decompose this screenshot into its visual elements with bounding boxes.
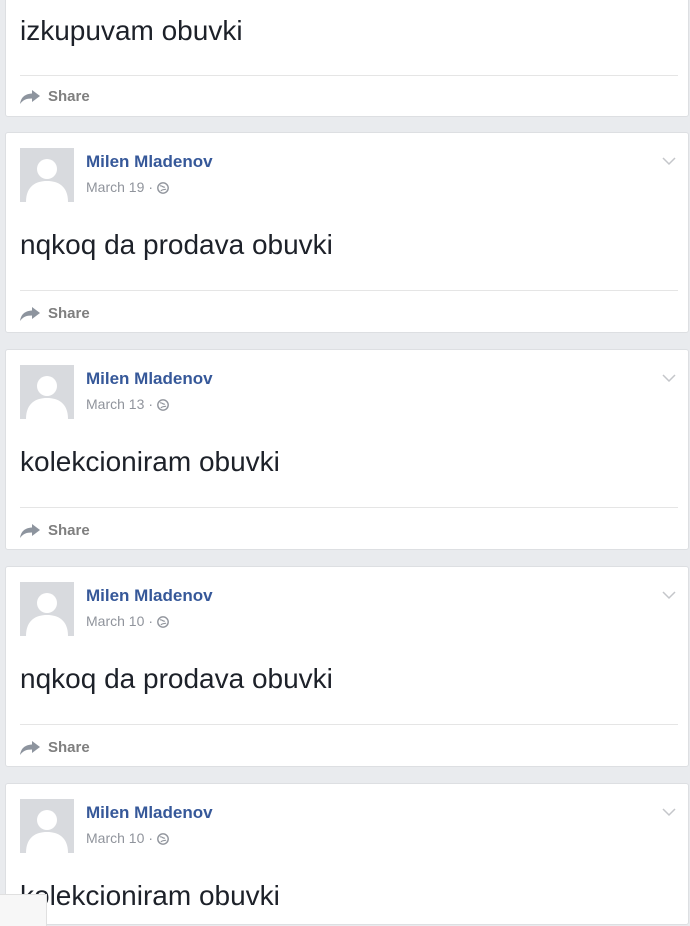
post-meta: March 10 · xyxy=(86,613,169,631)
meta-separator: · xyxy=(148,830,154,846)
avatar[interactable] xyxy=(20,799,74,853)
share-arrow-icon xyxy=(20,523,40,538)
globe-icon xyxy=(157,398,169,414)
author-name[interactable]: Milen Mladenov xyxy=(86,369,213,389)
share-arrow-icon xyxy=(20,740,40,755)
globe-icon xyxy=(157,832,169,848)
share-button[interactable]: Share xyxy=(20,305,90,322)
author-name[interactable]: Milen Mladenov xyxy=(86,152,213,172)
post-date[interactable]: March 13 xyxy=(86,396,144,412)
post-card: Milen Mladenov March 10 · nqkoq da prodav… xyxy=(5,566,689,767)
share-arrow-icon xyxy=(20,89,40,104)
share-label: Share xyxy=(48,88,90,105)
share-button[interactable]: Share xyxy=(20,522,90,539)
globe-icon xyxy=(157,615,169,631)
chevron-down-icon[interactable] xyxy=(662,804,676,822)
author-name[interactable]: Milen Mladenov xyxy=(86,803,213,823)
share-label: Share xyxy=(48,739,90,756)
post-card: Milen Mladenov March 13 · kolekcioniram o… xyxy=(5,349,689,550)
post-date[interactable]: March 19 xyxy=(86,179,144,195)
chevron-down-icon[interactable] xyxy=(662,370,676,388)
chevron-down-icon[interactable] xyxy=(662,153,676,171)
globe-icon xyxy=(157,181,169,197)
corner-overlay xyxy=(0,894,47,926)
post-message: izkupuvam obuvki xyxy=(20,15,243,46)
avatar[interactable] xyxy=(20,582,74,636)
post-message: nqkoq da prodava obuvki xyxy=(20,663,333,694)
post-message: nqkoq da prodava obuvki xyxy=(20,229,333,260)
post-card: Milen Mladenov March 10 · kolekcioniram o… xyxy=(5,783,689,925)
meta-separator: · xyxy=(148,613,154,629)
post-date[interactable]: March 10 xyxy=(86,830,144,846)
post-meta: March 13 · xyxy=(86,396,169,414)
post-meta: March 10 · xyxy=(86,830,169,848)
meta-separator: · xyxy=(148,396,154,412)
avatar[interactable] xyxy=(20,365,74,419)
author-name[interactable]: Milen Mladenov xyxy=(86,586,213,606)
chevron-down-icon[interactable] xyxy=(662,587,676,605)
avatar[interactable] xyxy=(20,148,74,202)
post-message: kolekcioniram obuvki xyxy=(20,446,280,477)
post-card: izkupuvam obuvki Share xyxy=(5,0,689,117)
share-arrow-icon xyxy=(20,306,40,321)
share-button[interactable]: Share xyxy=(20,739,90,756)
share-label: Share xyxy=(48,522,90,539)
post-meta: March 19 · xyxy=(86,179,169,197)
meta-separator: · xyxy=(148,179,154,195)
post-message: kolekcioniram obuvki xyxy=(20,880,280,911)
divider xyxy=(20,290,678,291)
divider xyxy=(20,75,678,76)
post-card: Milen Mladenov March 19 · nqkoq da prodav… xyxy=(5,132,689,333)
share-label: Share xyxy=(48,305,90,322)
divider xyxy=(20,724,678,725)
post-date[interactable]: March 10 xyxy=(86,613,144,629)
divider xyxy=(20,507,678,508)
share-button[interactable]: Share xyxy=(20,88,90,105)
